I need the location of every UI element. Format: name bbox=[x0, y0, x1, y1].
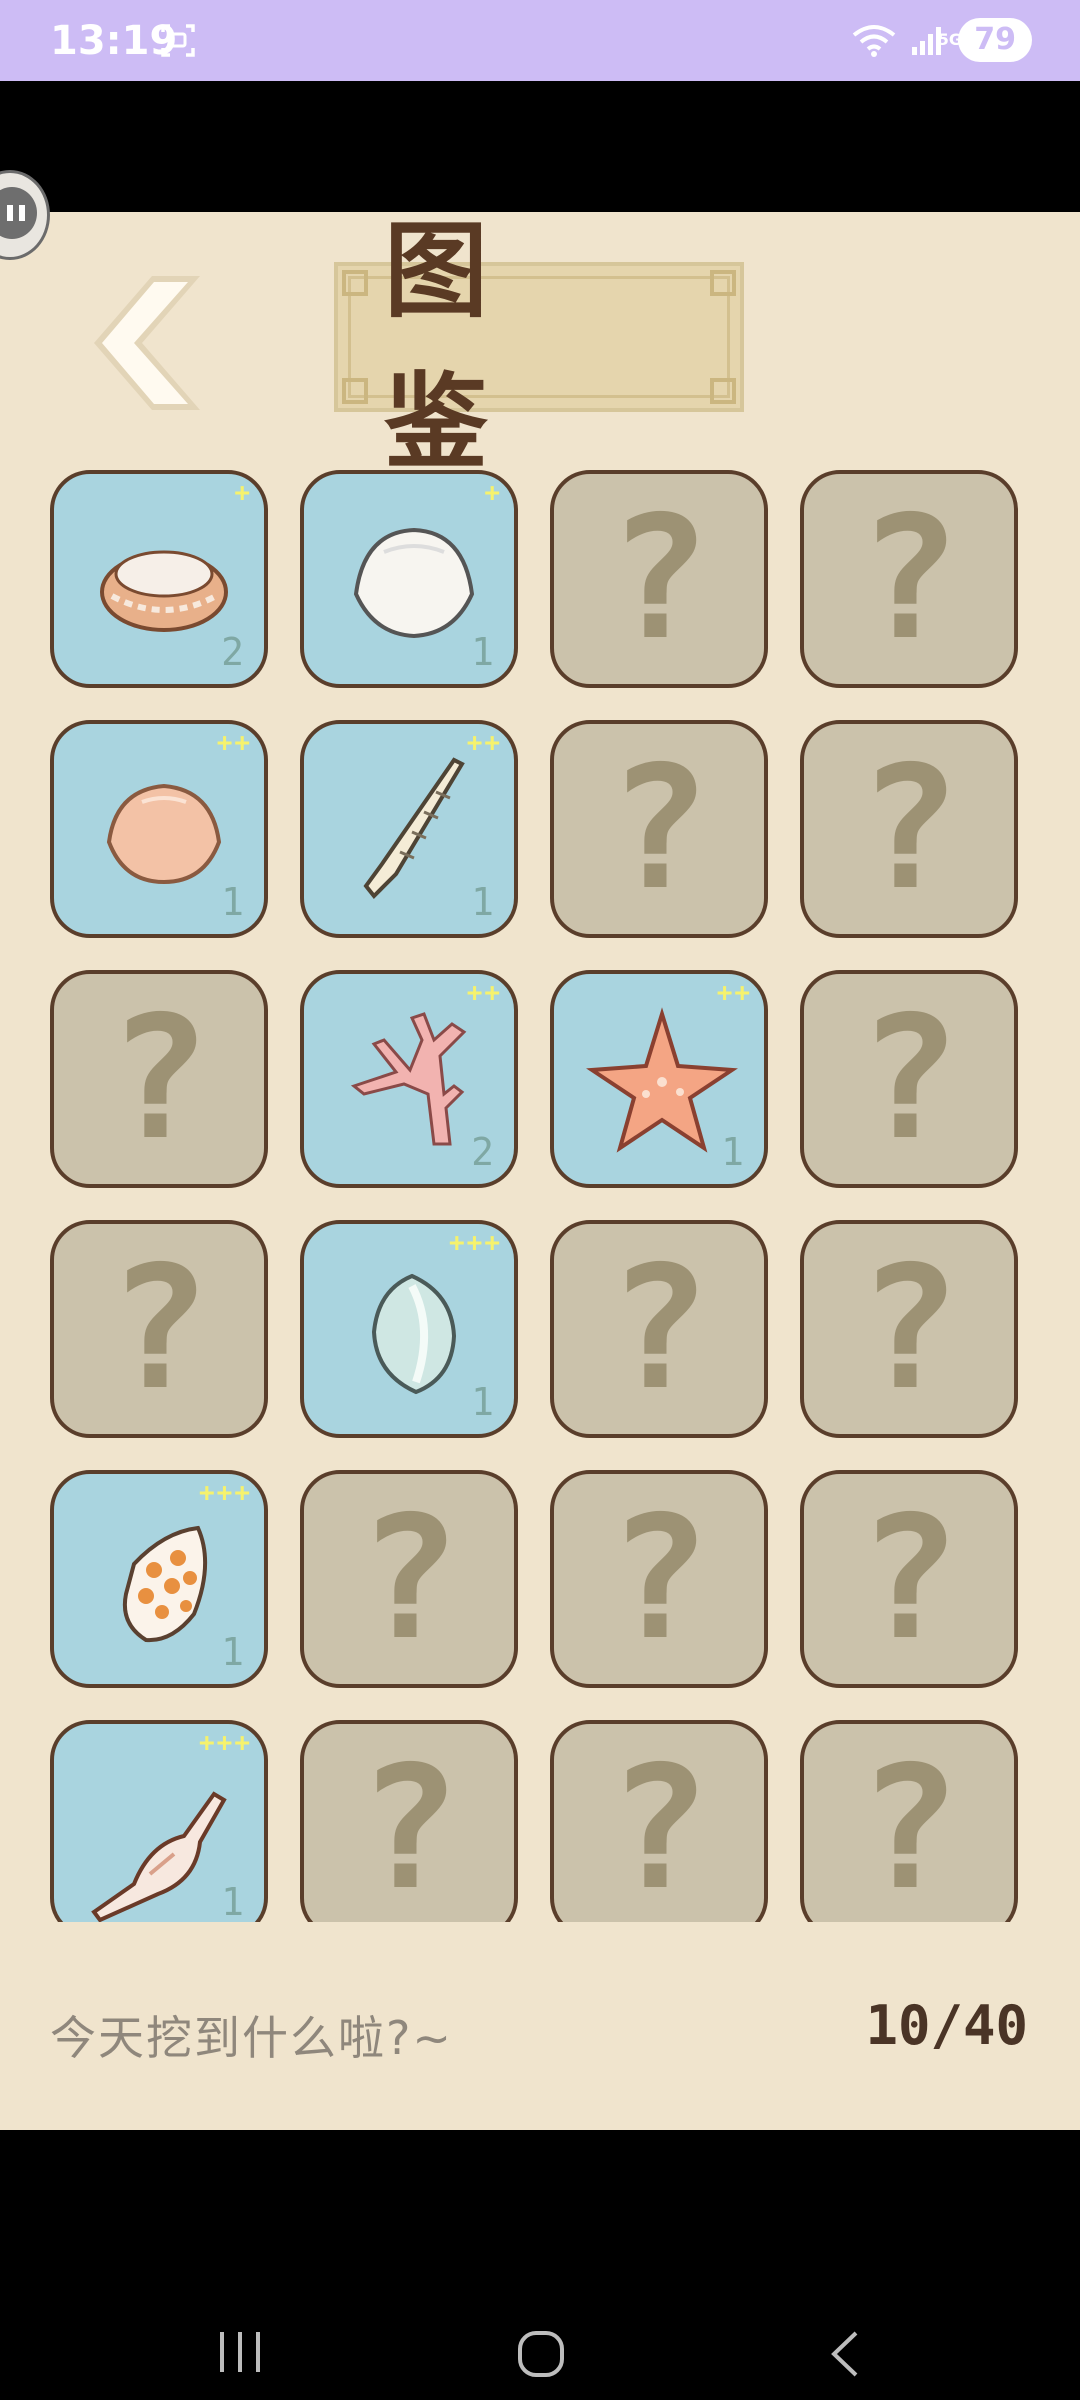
item-count: 1 bbox=[221, 880, 244, 924]
unknown-mark: ? bbox=[357, 1730, 461, 1922]
signal-icon bbox=[912, 27, 942, 55]
collection-card-locked[interactable]: ? bbox=[800, 970, 1018, 1188]
collection-card-locked[interactable]: ? bbox=[300, 1720, 518, 1922]
rarity-stars: ++ bbox=[216, 728, 252, 758]
collection-card-locked[interactable]: ? bbox=[800, 470, 1018, 688]
rarity-stars: +++ bbox=[449, 1228, 502, 1258]
status-time: 13:19 bbox=[50, 18, 178, 64]
unknown-mark: ? bbox=[857, 1480, 961, 1678]
collection-card-locked[interactable]: ? bbox=[800, 1470, 1018, 1688]
unknown-mark: ? bbox=[607, 480, 711, 678]
item-count: 1 bbox=[471, 880, 494, 924]
collection-card-locked[interactable]: ? bbox=[800, 720, 1018, 938]
item-count: 1 bbox=[721, 1130, 744, 1174]
unknown-mark: ? bbox=[107, 1230, 211, 1428]
collection-card-spindle-shell[interactable]: +++ 1 bbox=[50, 1720, 268, 1922]
collection-card-locked[interactable]: ? bbox=[300, 1470, 518, 1688]
page-title: 图 鉴 bbox=[384, 210, 535, 483]
rarity-stars: +++ bbox=[199, 1728, 252, 1758]
collection-card-locked[interactable]: ? bbox=[800, 1220, 1018, 1438]
unknown-mark: ? bbox=[607, 1480, 711, 1678]
back-button[interactable] bbox=[92, 268, 212, 418]
collection-card-locked[interactable]: ? bbox=[550, 1720, 768, 1922]
collection-card-coral[interactable]: ++ 2 bbox=[300, 970, 518, 1188]
unknown-mark: ? bbox=[857, 1730, 961, 1922]
unknown-mark: ? bbox=[857, 730, 961, 928]
item-count: 1 bbox=[471, 630, 494, 674]
collection-card-peach-shell[interactable]: ++ 1 bbox=[50, 720, 268, 938]
game-screen: 图 鉴 +2 +1?? ++ 1 ++ 1??? ++ 2 ++ 1?? +++ 1?? +++ 1???… bbox=[0, 210, 1080, 2130]
rarity-stars: +++ bbox=[199, 1478, 252, 1508]
collection-card-white-shell[interactable]: +1 bbox=[300, 470, 518, 688]
unknown-mark: ? bbox=[607, 1730, 711, 1922]
collection-card-clam-shell[interactable]: +2 bbox=[50, 470, 268, 688]
item-count: 1 bbox=[471, 1380, 494, 1424]
battery-indicator: 79 bbox=[958, 18, 1032, 62]
collection-card-locked[interactable]: ? bbox=[550, 1470, 768, 1688]
tagline-text: 今天挖到什么啦?~ bbox=[50, 2011, 453, 2065]
rarity-stars: + bbox=[484, 478, 502, 508]
item-count: 1 bbox=[221, 1880, 244, 1922]
status-bar: 13:19 5G 79 bbox=[0, 0, 1080, 81]
collection-card-locked[interactable]: ? bbox=[50, 970, 268, 1188]
unknown-mark: ? bbox=[607, 730, 711, 928]
title-plaque: 图 鉴 bbox=[334, 210, 744, 483]
collection-card-starfish[interactable]: ++ 1 bbox=[550, 970, 768, 1188]
unknown-mark: ? bbox=[107, 980, 211, 1178]
collection-card-cone-shell[interactable]: +++ 1 bbox=[50, 1470, 268, 1688]
status-icons: 79 bbox=[852, 18, 1032, 62]
collection-card-auger-shell[interactable]: ++ 1 bbox=[300, 720, 518, 938]
collection-card-locked[interactable]: ? bbox=[550, 720, 768, 938]
collection-card-locked[interactable]: ? bbox=[550, 470, 768, 688]
wifi-icon bbox=[853, 25, 896, 57]
collection-progress: 10/40 bbox=[865, 1994, 1028, 2057]
navigation-bar bbox=[0, 2130, 1080, 2400]
collection-card-locked[interactable]: ? bbox=[50, 1220, 268, 1438]
screenshot-icon bbox=[161, 24, 195, 57]
rarity-stars: ++ bbox=[716, 978, 752, 1008]
back-icon[interactable] bbox=[826, 2330, 866, 2378]
collection-card-locked[interactable]: ? bbox=[800, 1720, 1018, 1922]
item-count: 1 bbox=[221, 1630, 244, 1674]
unknown-mark: ? bbox=[857, 980, 961, 1178]
item-count: 2 bbox=[471, 1130, 494, 1174]
home-icon[interactable] bbox=[516, 2330, 566, 2378]
unknown-mark: ? bbox=[857, 1230, 961, 1428]
rarity-stars: ++ bbox=[466, 978, 502, 1008]
unknown-mark: ? bbox=[357, 1480, 461, 1678]
collection-grid[interactable]: +2 +1?? ++ 1 ++ 1??? ++ 2 ++ 1?? +++ 1?? +++ 1??? +++ 1… bbox=[0, 470, 1080, 1922]
collection-card-locked[interactable]: ? bbox=[550, 1220, 768, 1438]
rarity-stars: ++ bbox=[466, 728, 502, 758]
unknown-mark: ? bbox=[607, 1230, 711, 1428]
unknown-mark: ? bbox=[857, 480, 961, 678]
collection-card-cowrie-shell[interactable]: +++ 1 bbox=[300, 1220, 518, 1438]
item-count: 2 bbox=[221, 630, 244, 674]
rarity-stars: + bbox=[234, 478, 252, 508]
recents-icon[interactable] bbox=[216, 2330, 266, 2374]
